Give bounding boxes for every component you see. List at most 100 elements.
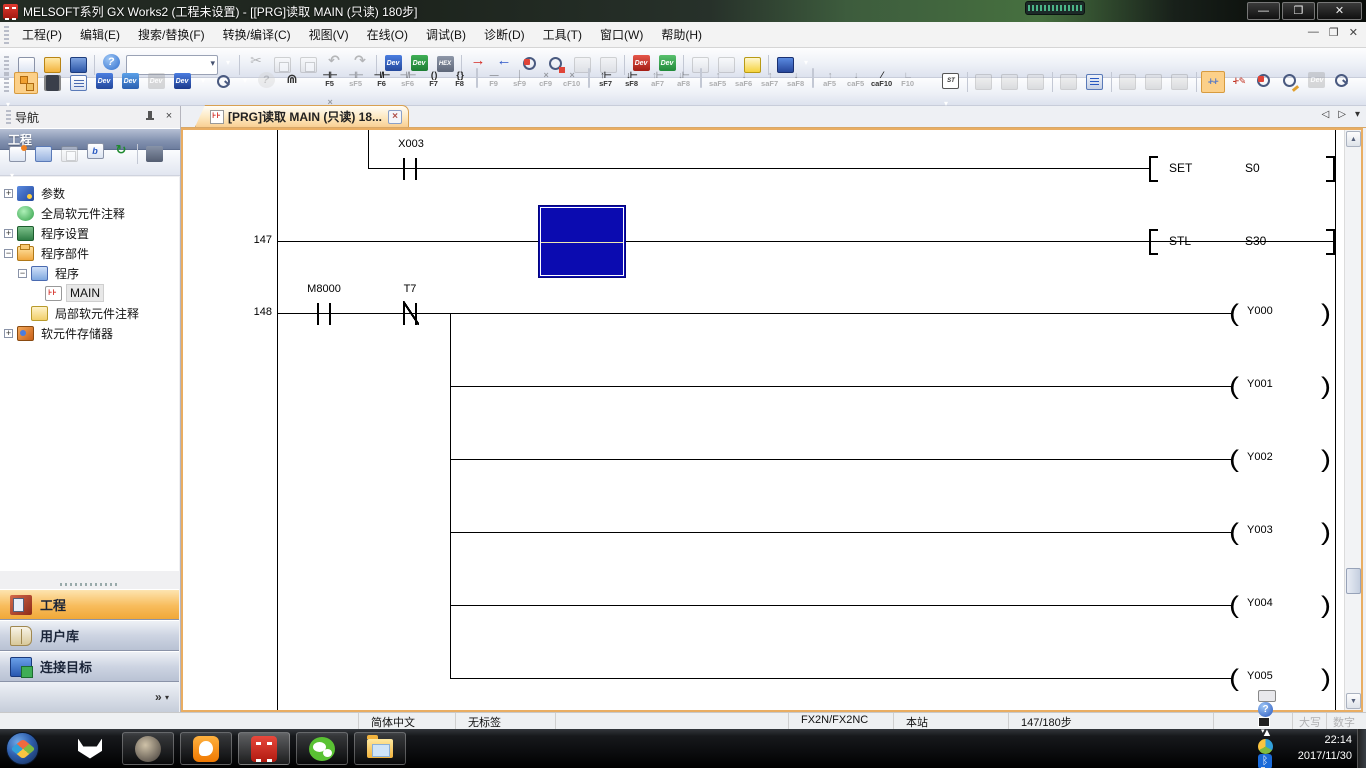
ladder-editor-canvas[interactable]: X003 SET S0 147 STL S30 148 (183, 130, 1344, 710)
separator[interactable] (967, 72, 968, 92)
expand-toggle-icon[interactable] (18, 309, 27, 318)
closed-contact-t7[interactable] (403, 303, 417, 325)
insert-row-button[interactable] (1057, 71, 1081, 93)
cross-reference-button[interactable]: ⋒ (280, 68, 304, 90)
ladder-vertical-line-button[interactable]: │sF9 (507, 68, 532, 92)
tree-item-device-memory[interactable]: +软元件存储器 (0, 323, 179, 343)
read-mode-button[interactable] (998, 71, 1022, 93)
tree-item-pou[interactable]: −程序部件 (0, 243, 179, 263)
function-block-selection-button[interactable] (40, 72, 64, 94)
tree-item-program[interactable]: −程序 (0, 263, 179, 283)
separator[interactable] (1111, 72, 1112, 92)
nav-paste-button[interactable] (57, 143, 81, 165)
device-display-button[interactable]: Dev (170, 70, 194, 92)
nav-project-button[interactable]: 工程 (0, 589, 179, 620)
clock[interactable]: 22:14 2017/11/30 (1298, 732, 1352, 764)
open-contact-x003[interactable] (403, 158, 417, 180)
menu-edit[interactable]: 编辑(E) (71, 24, 129, 46)
ladder-application-instruction-button[interactable]: { }F8 (447, 68, 472, 92)
device-batch-button[interactable]: Dev (118, 70, 142, 92)
ladder-pulse-open-button[interactable]: ↑saF5 (705, 68, 730, 92)
menu-debug[interactable]: 调试(B) (417, 24, 475, 46)
vertical-scrollbar[interactable]: ▲ ▼ (1344, 130, 1361, 710)
taskbar-gx-works2-button[interactable] (238, 732, 290, 765)
device-comment-button[interactable]: Dev (92, 70, 116, 92)
comment-edit-button[interactable] (1168, 71, 1192, 93)
device-display-drop-button[interactable]: ▾ (196, 69, 210, 91)
expand-toggle-icon[interactable]: + (4, 329, 13, 338)
tray-keyboard-icon[interactable] (1258, 690, 1276, 702)
minimize-button[interactable]: — (1247, 2, 1280, 20)
zoom-button[interactable] (1331, 71, 1355, 93)
scrollbar-thumb[interactable] (1346, 568, 1361, 594)
close-button[interactable]: ✕ (1317, 2, 1362, 20)
instruction-operand[interactable]: S0 (1245, 161, 1260, 175)
find-replace-2-button[interactable] (1279, 71, 1303, 93)
menu-find-replace[interactable]: 搜索/替换(F) (129, 24, 214, 46)
write-mode-button[interactable] (1024, 71, 1048, 93)
nav-property-button[interactable]: b (83, 140, 107, 162)
cc-link-button[interactable]: Dev (144, 70, 168, 92)
statement-edit-button[interactable] (1116, 71, 1140, 93)
tab-scroll-right-button[interactable]: ▷ (1338, 109, 1346, 120)
nav-connection-destination-button[interactable]: 连接目标 (0, 651, 179, 682)
pin-icon[interactable] (142, 109, 158, 125)
ladder-pulse-close-branch-button[interactable]: ↓saF8 (783, 68, 808, 92)
scroll-up-button[interactable]: ▲ (1346, 131, 1361, 147)
note-edit-button[interactable] (1142, 71, 1166, 93)
device-display-2-button[interactable]: Dev (1305, 69, 1329, 91)
mdi-close-button[interactable]: ✕ (1349, 26, 1358, 39)
separator[interactable] (1196, 72, 1197, 92)
tray-help-icon[interactable]: ? (1258, 702, 1273, 717)
nav-new-item-button[interactable] (5, 143, 29, 165)
tree-item-main[interactable]: MAIN (0, 283, 179, 303)
edit-ladder-block-button[interactable] (972, 71, 996, 93)
mdi-minimize-button[interactable]: — (1308, 26, 1319, 39)
find-device-2-button[interactable] (1253, 71, 1277, 93)
open-contact-m8000[interactable] (317, 303, 331, 325)
nav-copy-button[interactable] (31, 143, 55, 165)
ladder-pulse-close-button[interactable]: ↓saF6 (731, 68, 756, 92)
expand-toggle-icon[interactable] (32, 289, 41, 298)
separator[interactable] (588, 68, 590, 88)
ladder-invert-rising-button[interactable]: ↑aF5 (817, 68, 842, 92)
ladder-pulse-rising-button[interactable]: ↑⊢sF7 (593, 68, 618, 92)
nav-refresh-button[interactable]: ↻ (109, 139, 133, 161)
monitor-mode-button[interactable] (1201, 71, 1225, 93)
navigation-window-toggle-button[interactable] (14, 72, 38, 94)
ladder-branch-line-button[interactable]: ∟F10 (895, 68, 920, 92)
expand-toggle-icon[interactable] (4, 209, 13, 218)
output-window-button[interactable] (66, 72, 90, 94)
restore-button[interactable]: ❐ (1282, 2, 1315, 20)
taskbar-wechat-button[interactable] (296, 732, 348, 765)
tree-item-program-setting[interactable]: +程序设置 (0, 223, 179, 243)
expand-toggle-icon[interactable]: − (4, 249, 13, 258)
menu-tools[interactable]: 工具(T) (534, 24, 591, 46)
device-search-button[interactable] (212, 72, 236, 94)
separator[interactable] (476, 68, 478, 88)
instruction-operand[interactable]: S30 (1245, 234, 1266, 248)
taskbar-avatar-app-button[interactable] (122, 732, 174, 765)
taskbar-foobar2000-button[interactable] (64, 732, 116, 765)
ladder-open-contact-button[interactable]: ⊣⊢F5 (317, 68, 342, 92)
device-test-button[interactable] (1083, 71, 1107, 93)
tab-scroll-left-button[interactable]: ◁ (1322, 109, 1330, 120)
context-help-button[interactable]: ? (254, 69, 278, 91)
separator[interactable] (700, 68, 702, 88)
expand-toggle-icon[interactable]: − (18, 269, 27, 278)
navigation-more-button[interactable]: » ▾ (0, 682, 179, 712)
instruction-name[interactable]: STL (1169, 234, 1191, 248)
ladder-horizontal-line-button[interactable]: —F9 (481, 68, 506, 92)
mdi-restore-button[interactable]: ❐ (1329, 26, 1339, 39)
panel-resize-handle[interactable] (0, 580, 179, 589)
menu-help[interactable]: 帮助(H) (652, 24, 711, 46)
tab-close-button[interactable]: × (388, 110, 402, 124)
nav-filter-button[interactable] (142, 143, 166, 165)
ladder-close-branch-button[interactable]: ⊣/⊢sF6 (395, 68, 420, 92)
title-bar[interactable]: MELSOFT系列 GX Works2 (工程未设置) - [[PRG]读取 M… (0, 0, 1366, 22)
ladder-pulse-falling-button[interactable]: ↓⊢sF8 (619, 68, 644, 92)
start-button[interactable] (6, 732, 39, 765)
ladder-coil-button[interactable]: ( )F7 (421, 68, 446, 92)
menu-view[interactable]: 视图(V) (300, 24, 358, 46)
device-search-drop-button[interactable]: ▾ (238, 69, 252, 91)
